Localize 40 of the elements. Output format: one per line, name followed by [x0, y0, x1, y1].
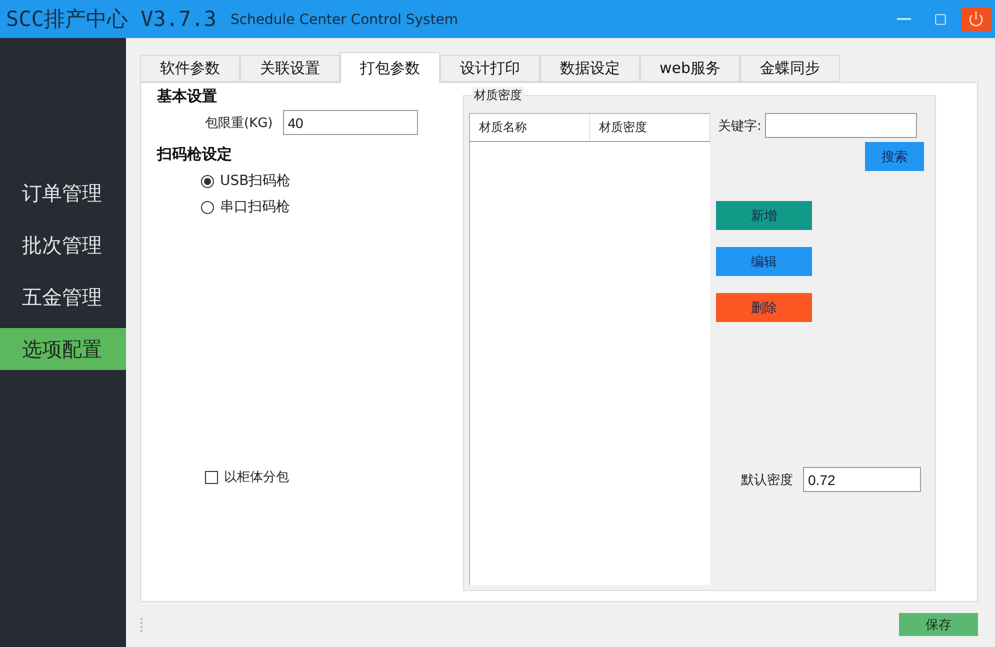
- tab[interactable]: 打包参数: [340, 52, 440, 83]
- column-header: 材质名称: [470, 114, 590, 141]
- minimize-icon: [897, 18, 911, 20]
- power-icon: [968, 11, 984, 27]
- section-heading: 基本设置: [157, 87, 218, 106]
- input-field[interactable]: 40: [282, 110, 418, 135]
- sidebar-item[interactable]: 订单管理: [0, 172, 126, 214]
- field-label: 包限重(KG): [205, 114, 273, 132]
- group-title: 材质密度: [472, 87, 524, 104]
- section-heading: 扫码枪设定: [157, 145, 233, 164]
- search-field[interactable]: [765, 113, 918, 138]
- checkbox-label: 以柜体分包: [224, 469, 289, 486]
- tab[interactable]: web服务: [640, 55, 740, 82]
- tab[interactable]: 软件参数: [140, 55, 240, 82]
- search-button[interactable]: 搜索: [865, 142, 924, 171]
- column-header: 材质密度: [590, 114, 710, 141]
- radio-button[interactable]: [201, 200, 214, 214]
- window-title: SCC排产中心 V3.7.3: [6, 6, 216, 33]
- grip-icon: [140, 618, 143, 632]
- radio-label: USB扫码枪: [220, 172, 291, 190]
- tab[interactable]: 关联设置: [240, 55, 340, 82]
- edit-button[interactable]: 编辑: [716, 247, 812, 276]
- sidebar-item[interactable]: 选项配置: [0, 328, 126, 370]
- power-button[interactable]: [961, 7, 991, 31]
- input-field[interactable]: 0.72: [803, 467, 921, 492]
- sidebar-item[interactable]: 批次管理: [0, 224, 126, 266]
- add-button[interactable]: 新增: [716, 201, 812, 230]
- tab[interactable]: 数据设定: [540, 55, 640, 82]
- tab[interactable]: 金蝶同步: [740, 55, 840, 82]
- radio-button[interactable]: [201, 174, 214, 188]
- checkbox[interactable]: [205, 470, 218, 484]
- window-subtitle: Schedule Center Control System: [230, 12, 458, 28]
- maximize-icon: [934, 12, 946, 26]
- field-label: 默认密度: [741, 472, 793, 488]
- tab[interactable]: 设计打印: [440, 55, 540, 82]
- radio-label: 串口扫码枪: [220, 198, 290, 216]
- delete-button[interactable]: 删除: [716, 293, 812, 322]
- save-button[interactable]: 保存: [899, 613, 978, 636]
- sidebar-item[interactable]: 五金管理: [0, 276, 126, 318]
- field-label: 关键字:: [718, 118, 762, 134]
